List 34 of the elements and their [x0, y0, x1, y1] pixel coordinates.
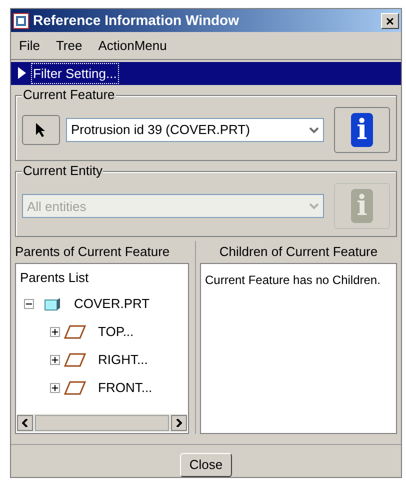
scroll-thumb[interactable]	[35, 414, 169, 431]
feature-dropdown[interactable]: Protrusion id 39 (COVER.PRT)	[66, 118, 324, 142]
collapse-toggle-icon[interactable]	[24, 298, 34, 309]
scroll-right-icon[interactable]	[171, 414, 187, 431]
cube-icon	[44, 296, 62, 311]
horizontal-scrollbar[interactable]	[17, 414, 187, 432]
plane-icon	[64, 380, 86, 395]
parent-feature-label[interactable]: TOP...	[98, 322, 134, 342]
parent-feature-label[interactable]: RIGHT...	[98, 350, 148, 370]
menu-item[interactable]: File	[19, 36, 40, 56]
app-icon	[13, 12, 29, 29]
pane-header: Children of Current Feature	[218, 243, 379, 262]
filter-setting-bar[interactable]: Filter Setting...	[11, 62, 401, 85]
triangle-right-icon	[17, 67, 27, 80]
scroll-left-icon[interactable]	[17, 414, 33, 431]
expand-toggle-icon[interactable]	[50, 326, 60, 337]
group-label: Current Entity	[22, 163, 104, 180]
select-feature-button[interactable]	[22, 115, 60, 146]
window-title: Reference Information Window	[33, 11, 240, 30]
expand-toggle-icon[interactable]	[50, 382, 60, 393]
plane-icon	[64, 352, 86, 367]
cursor-arrow-icon	[35, 122, 47, 138]
close-button[interactable]: ×	[381, 12, 399, 29]
expand-toggle-icon[interactable]	[50, 354, 60, 365]
plane-icon	[64, 324, 86, 339]
info-button[interactable]: i	[334, 107, 390, 154]
children-message: Current Feature has no Children.	[205, 273, 380, 288]
parent-feature-label[interactable]: COVER.PRT	[74, 294, 150, 314]
parent-feature-label[interactable]: FRONT...	[98, 378, 152, 398]
list-title: Parents List	[19, 269, 90, 288]
close-dialog-button[interactable]: Close	[180, 452, 232, 477]
menu-item[interactable]: ActionMenu	[98, 36, 167, 56]
menu-item[interactable]: Tree	[56, 36, 82, 56]
pane-header: Parents of Current Feature	[15, 243, 171, 262]
